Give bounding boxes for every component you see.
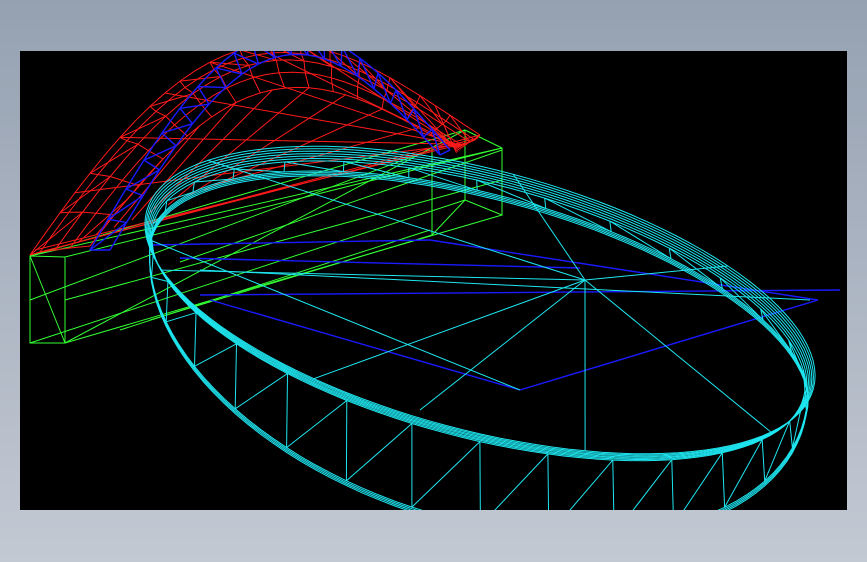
basin-wall-post xyxy=(234,343,237,409)
dome-chord xyxy=(119,136,468,145)
basin-wall-post xyxy=(761,439,766,482)
dome-facet xyxy=(89,143,139,174)
basin-wall-post xyxy=(342,161,345,172)
truss-web xyxy=(179,103,210,109)
basin-wall-post xyxy=(286,373,288,448)
basin-wall-post xyxy=(609,221,612,232)
basin-wall-brace xyxy=(286,400,348,448)
truss-web xyxy=(323,51,326,60)
truss-floor-line xyxy=(149,239,431,246)
basin-bottom-ring xyxy=(149,172,809,510)
basin-floor-line xyxy=(584,279,772,433)
cad-viewport[interactable] xyxy=(20,51,847,510)
basin-bottom-ring xyxy=(149,175,809,510)
block-edge xyxy=(64,214,503,344)
basin-wall-post xyxy=(479,441,481,510)
basin-wall-post xyxy=(547,453,550,510)
basin-wall-brace xyxy=(411,441,481,508)
basin-bottom-ring xyxy=(149,173,809,510)
basin-wall-post xyxy=(612,460,615,510)
dome-facet xyxy=(119,115,166,138)
basin-rim-ring xyxy=(147,153,811,458)
truss-web xyxy=(439,149,451,156)
wireframe-scene xyxy=(29,51,841,510)
basin-rim-ring xyxy=(145,148,814,456)
dome-facet xyxy=(59,176,111,214)
basin-wall-brace xyxy=(494,453,549,510)
truss-floor-line xyxy=(519,299,819,391)
basin-rim-ring xyxy=(149,157,808,461)
basin-wall-post xyxy=(476,179,478,191)
basin-floor-line xyxy=(313,279,586,380)
truss-floor-line xyxy=(209,299,521,391)
basin-wall-brace xyxy=(632,459,673,510)
truss-web xyxy=(389,89,397,104)
basin-wall-post xyxy=(789,420,793,448)
basin-wall-post xyxy=(671,459,674,510)
truss-web xyxy=(179,107,194,125)
basin-floor-line xyxy=(419,279,586,411)
truss-web xyxy=(107,195,144,220)
basin-wall-brace xyxy=(284,161,344,173)
basin-floor-line xyxy=(512,174,586,281)
truss-web xyxy=(161,123,193,134)
basin-wall-post xyxy=(194,312,197,367)
basin-wall-brace xyxy=(683,452,723,510)
inner-arch-truss-wireframe xyxy=(89,51,841,391)
truss-web xyxy=(107,218,127,224)
block-diagonal xyxy=(29,255,66,344)
dome-rib xyxy=(329,51,334,92)
dome-chord xyxy=(389,77,459,152)
basin-wall-post xyxy=(232,168,235,180)
basin-rim-ring xyxy=(148,155,810,459)
basin-wall-post xyxy=(165,281,169,322)
basin-wall-post xyxy=(544,198,547,209)
basin-wall-brace xyxy=(569,459,614,510)
basin-wall-brace xyxy=(234,373,288,410)
basin-wall-post xyxy=(721,452,726,508)
basin-wall-post xyxy=(151,251,154,278)
basin-wall-brace xyxy=(346,423,413,482)
dome-chord xyxy=(344,55,460,151)
truss-web xyxy=(215,67,227,88)
basin-floor-line xyxy=(584,265,728,281)
basin-wall-post xyxy=(283,161,286,173)
basin-wall-brace xyxy=(194,343,237,367)
truss-web xyxy=(161,132,177,147)
dome-chord xyxy=(149,89,273,213)
oval-basin-wireframe xyxy=(144,145,816,510)
